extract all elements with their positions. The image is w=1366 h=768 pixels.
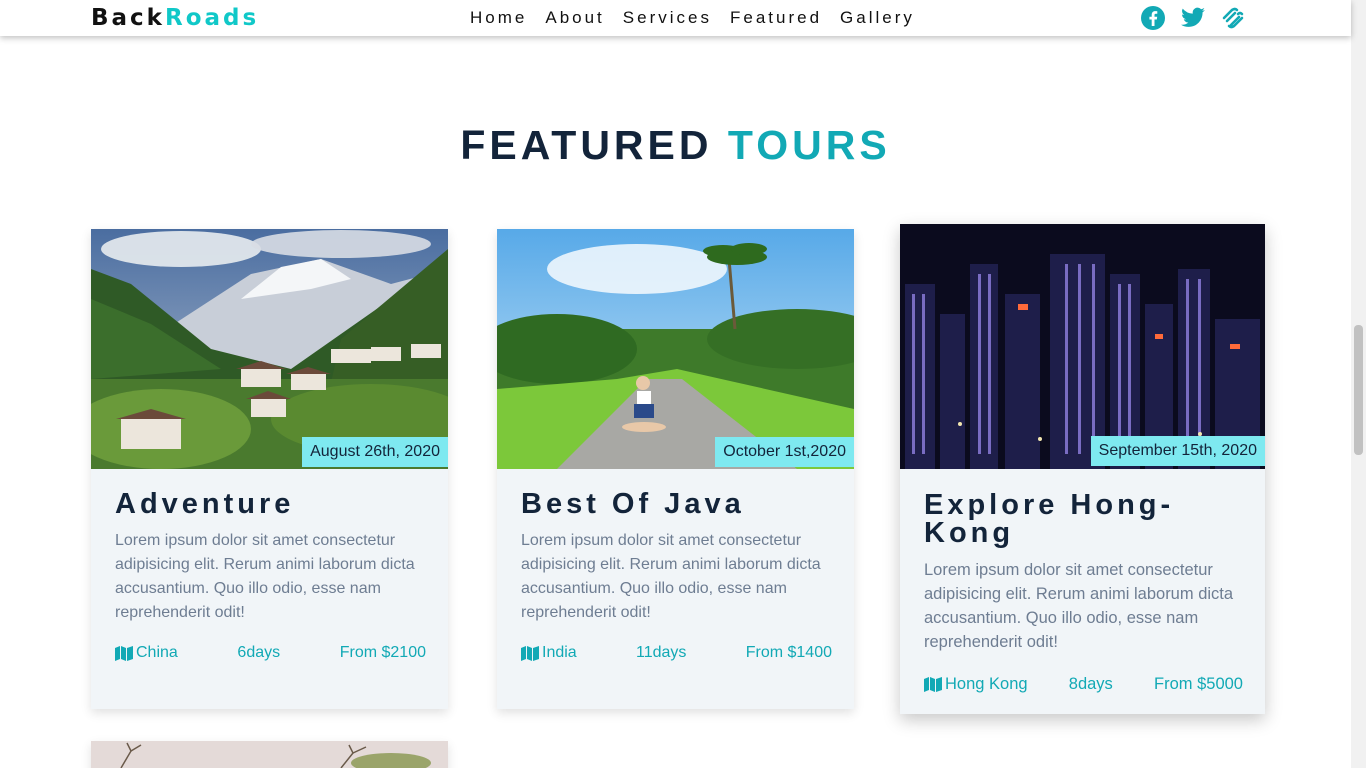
map-icon [521,645,539,661]
tour-location: Hong Kong [924,675,1028,694]
tour-location-label: Hong Kong [945,675,1028,693]
tour-title: Explore Hong-Kong [924,489,1175,549]
section-title: FEATURED TOURS [0,122,1351,169]
tour-card[interactable] [91,741,448,768]
nav-home[interactable]: Home [470,8,527,28]
tour-date: September 15th, 2020 [1090,436,1265,466]
tour-description: Lorem ipsum dolor sit amet consectetur a… [115,532,415,621]
tour-location-label: India [542,644,577,661]
tour-price: From $5000 [1154,675,1243,693]
social-links [1140,5,1246,31]
navbar: BackRoads Home About Services Featured G… [0,0,1351,36]
tour-card[interactable]: October 1st,2020 Best Of Java Lorem ipsu… [497,229,854,709]
nav-services[interactable]: Services [623,8,712,28]
tour-description: Lorem ipsum dolor sit amet consectetur a… [924,561,1234,651]
tour-meta: China 6days From $2100 [115,644,426,662]
tour-title: Best Of Java [521,488,745,520]
tour-meta: Hong Kong 8days From $5000 [924,675,1243,694]
tour-location-label: China [136,644,178,661]
tour-price: From $1400 [745,644,832,661]
tour-image-road [497,229,854,469]
facebook-icon[interactable] [1140,5,1166,31]
tour-date: August 26th, 2020 [302,437,448,467]
tour-description: Lorem ipsum dolor sit amet consectetur a… [521,532,821,621]
tour-date: October 1st,2020 [715,437,854,467]
scrollbar-thumb[interactable] [1354,325,1363,455]
brand-logo[interactable]: BackRoads [91,5,259,31]
brand-back: Back [91,5,165,31]
tour-price: From $2100 [339,644,426,661]
map-icon [115,645,133,661]
tour-card[interactable]: September 15th, 2020 Explore Hong-Kong L… [900,224,1265,714]
tour-image-mountains [91,229,448,469]
squarespace-icon[interactable] [1220,5,1246,31]
tour-card[interactable]: August 26th, 2020 Adventure Lorem ipsum … [91,229,448,709]
page-scrollbar[interactable] [1351,0,1366,768]
tour-duration: 11days [636,644,687,661]
twitter-icon[interactable] [1180,5,1206,31]
map-icon [924,677,942,692]
tour-image-next [91,741,448,768]
section-title-part2: TOURS [727,122,891,168]
tour-meta: India 11days From $1400 [521,644,832,662]
nav-links: Home About Services Featured Gallery [470,8,933,28]
tour-image-city [900,224,1265,469]
tour-title: Adventure [115,488,295,520]
section-title-part1: FEATURED [460,122,713,168]
nav-gallery[interactable]: Gallery [840,8,915,28]
tour-duration: 8days [1068,675,1113,693]
nav-featured[interactable]: Featured [730,8,822,28]
tour-location: India [521,644,577,662]
nav-about[interactable]: About [545,8,604,28]
tour-duration: 6days [237,644,281,661]
tour-location: China [115,644,178,662]
brand-roads: Roads [164,5,260,31]
